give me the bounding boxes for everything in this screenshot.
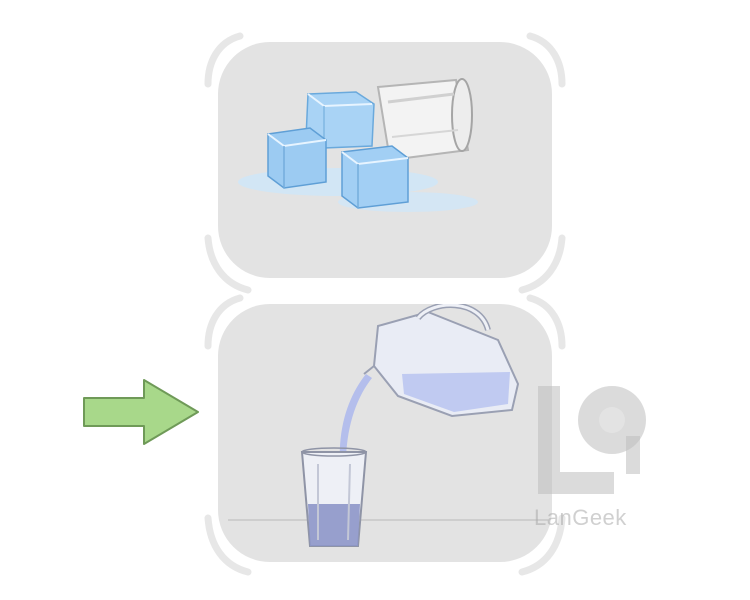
top-frame-arcs — [204, 32, 566, 294]
langeek-logo — [528, 376, 652, 504]
bottom-frame-arcs — [204, 294, 566, 576]
right-arrow-icon — [82, 376, 202, 446]
langeek-wordmark: LanGeek — [534, 505, 627, 530]
